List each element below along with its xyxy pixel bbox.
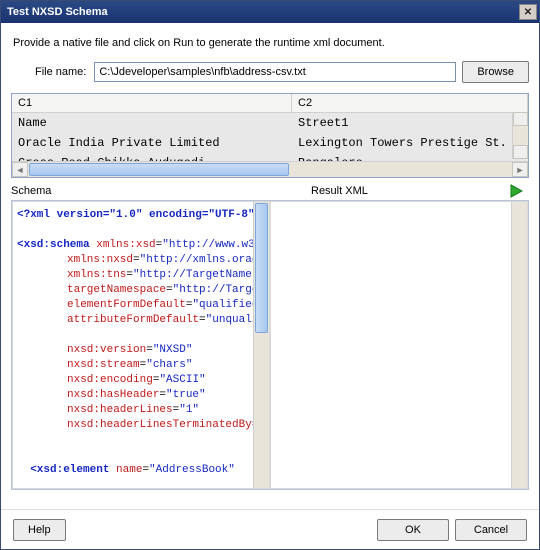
table-row: Name Street1	[12, 113, 528, 133]
result-pane-scrollbar[interactable]	[511, 202, 527, 488]
file-name-input[interactable]	[94, 62, 456, 82]
instruction-text: Provide a native file and click on Run t…	[13, 37, 529, 49]
ok-button[interactable]: OK	[377, 519, 449, 541]
scroll-left-icon[interactable]: ◄	[12, 162, 28, 177]
close-icon[interactable]: ✕	[519, 4, 537, 20]
schema-pane: <?xml version="1.0" encoding="UTF-8" ?> …	[12, 201, 270, 489]
result-label: Result XML	[311, 185, 368, 197]
titlebar: Test NXSD Schema ✕	[1, 1, 539, 23]
column-header-c1[interactable]: C1	[12, 94, 292, 113]
preview-grid: C1 C2 Name Street1 Oracle India Private …	[11, 93, 529, 178]
schema-label: Schema	[11, 185, 311, 197]
run-icon[interactable]	[509, 184, 523, 198]
window-title: Test NXSD Schema	[7, 6, 108, 18]
grid-horizontal-scrollbar[interactable]: ◄ ►	[12, 161, 528, 177]
result-pane	[270, 201, 528, 489]
browse-button[interactable]: Browse	[462, 61, 529, 83]
scroll-right-icon[interactable]: ►	[512, 162, 528, 177]
cancel-button[interactable]: Cancel	[455, 519, 527, 541]
grid-vertical-scrollbar[interactable]	[512, 112, 528, 159]
help-button[interactable]: Help	[13, 519, 66, 541]
table-row: Oracle India Private Limited Lexington T…	[12, 133, 528, 153]
column-header-c2[interactable]: C2	[292, 94, 528, 113]
file-name-label: File name:	[35, 66, 86, 78]
schema-pane-scrollbar[interactable]	[253, 202, 269, 488]
